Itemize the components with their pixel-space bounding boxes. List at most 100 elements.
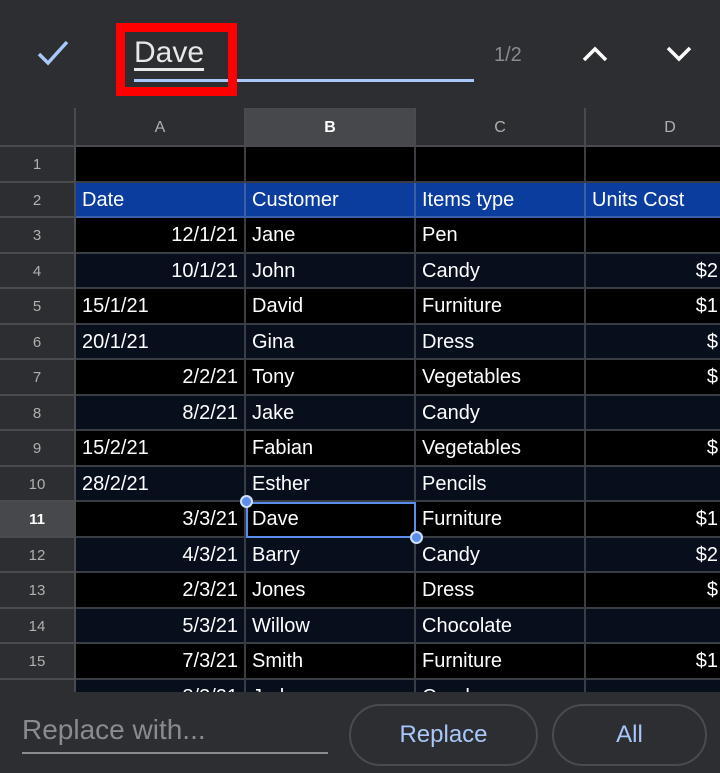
cell-c15[interactable]: Furniture [416, 644, 586, 680]
cell-d14[interactable] [586, 608, 720, 644]
spreadsheet-grid[interactable]: A B C D 1 2 Date Customer Items type Units Cost 3 1… [0, 108, 720, 692]
cell-b3[interactable]: Jane [246, 218, 416, 254]
cell-a14[interactable]: 5/3/21 [76, 608, 246, 644]
cell-d13[interactable]: $ [586, 573, 720, 609]
cell-a2[interactable]: Date [76, 182, 246, 218]
selection-drag-handle[interactable] [410, 530, 423, 544]
cell-a13[interactable]: 2/3/21 [76, 573, 246, 609]
cell-d1[interactable] [586, 147, 720, 183]
cell-c12[interactable]: Candy [416, 537, 586, 573]
cell-d9[interactable]: $ [586, 431, 720, 467]
cell-b10[interactable]: Esther [246, 466, 416, 502]
cell-a3[interactable]: 12/1/21 [76, 218, 246, 254]
cell-c8[interactable]: Candy [416, 395, 586, 431]
row-header[interactable]: 16 [0, 679, 76, 692]
cell-d3[interactable] [586, 218, 720, 254]
row-header[interactable]: 13 [0, 573, 76, 609]
replace-all-button[interactable]: All [552, 704, 707, 766]
row-header[interactable]: 7 [0, 360, 76, 396]
cell-b12[interactable]: Barry [246, 537, 416, 573]
cell-c1[interactable] [416, 147, 586, 183]
cell-b6[interactable]: Gina [246, 324, 416, 360]
cell-b1[interactable] [246, 147, 416, 183]
row-header[interactable]: 2 [0, 182, 76, 218]
row-header[interactable]: 3 [0, 218, 76, 254]
row-header[interactable]: 10 [0, 466, 76, 502]
row-header[interactable]: 8 [0, 395, 76, 431]
cell-a10[interactable]: 28/2/21 [76, 466, 246, 502]
cell-d6[interactable]: $ [586, 324, 720, 360]
row-header[interactable]: 11 [0, 502, 76, 538]
table-row: 3 12/1/21 Jane Pen [0, 218, 720, 254]
cell-a6[interactable]: 20/1/21 [76, 324, 246, 360]
row-header[interactable]: 15 [0, 644, 76, 680]
cell-d4[interactable]: $2 [586, 253, 720, 289]
cell-d15[interactable]: $1 [586, 644, 720, 680]
column-header-d[interactable]: D [586, 108, 720, 147]
table-row: 12 4/3/21 Barry Candy $2 [0, 537, 720, 573]
row-header[interactable]: 9 [0, 431, 76, 467]
cell-b16[interactable]: Jaden [246, 679, 416, 692]
cell-c7[interactable]: Vegetables [416, 360, 586, 396]
cell-a1[interactable] [76, 147, 246, 183]
cell-b11[interactable]: Dave [246, 502, 416, 538]
cell-d16[interactable] [586, 679, 720, 692]
cell-a12[interactable]: 4/3/21 [76, 537, 246, 573]
cell-a16[interactable]: 8/3/21 [76, 679, 246, 692]
cell-c9[interactable]: Vegetables [416, 431, 586, 467]
cell-c2[interactable]: Items type [416, 182, 586, 218]
cell-a11[interactable]: 3/3/21 [76, 502, 246, 538]
cell-d5[interactable]: $1 [586, 289, 720, 325]
cell-d8[interactable] [586, 395, 720, 431]
cell-b8[interactable]: Jake [246, 395, 416, 431]
row-header[interactable]: 12 [0, 537, 76, 573]
row-header[interactable]: 1 [0, 147, 76, 183]
cell-c14[interactable]: Chocolate [416, 608, 586, 644]
row-header[interactable]: 6 [0, 324, 76, 360]
cell-c16[interactable]: Candy [416, 679, 586, 692]
select-all-corner[interactable] [0, 108, 76, 147]
row-header[interactable]: 5 [0, 289, 76, 325]
cell-c10[interactable]: Pencils [416, 466, 586, 502]
cell-b9[interactable]: Fabian [246, 431, 416, 467]
cell-c6[interactable]: Dress [416, 324, 586, 360]
replace-button[interactable]: Replace [349, 704, 538, 766]
cell-b7[interactable]: Tony [246, 360, 416, 396]
cell-d2[interactable]: Units Cost [586, 182, 720, 218]
replace-input[interactable]: Replace with... [22, 708, 328, 754]
column-header-c[interactable]: C [416, 108, 586, 147]
cell-c5[interactable]: Furniture [416, 289, 586, 325]
selection-drag-handle[interactable] [240, 495, 253, 508]
cell-c13[interactable]: Dress [416, 573, 586, 609]
next-match-icon[interactable] [664, 40, 694, 68]
cell-a7[interactable]: 2/2/21 [76, 360, 246, 396]
cell-c11[interactable]: Furniture [416, 502, 586, 538]
table-row: 10 28/2/21 Esther Pencils [0, 466, 720, 502]
cell-b15[interactable]: Smith [246, 644, 416, 680]
cell-b14[interactable]: Willow [246, 608, 416, 644]
cell-b5[interactable]: David [246, 289, 416, 325]
cell-a8[interactable]: 8/2/21 [76, 395, 246, 431]
cell-c3[interactable]: Pen [416, 218, 586, 254]
cell-a9[interactable]: 15/2/21 [76, 431, 246, 467]
cell-b4[interactable]: John [246, 253, 416, 289]
previous-match-icon[interactable] [580, 40, 610, 68]
table-row: 168/3/21JadenCandy [0, 679, 720, 692]
row-header[interactable]: 4 [0, 253, 76, 289]
cell-d10[interactable] [586, 466, 720, 502]
cell-b2[interactable]: Customer [246, 182, 416, 218]
cell-a5[interactable]: 15/1/21 [76, 289, 246, 325]
cell-b13[interactable]: Jones [246, 573, 416, 609]
cell-a15[interactable]: 7/3/21 [76, 644, 246, 680]
cell-d12[interactable]: $2 [586, 537, 720, 573]
check-icon[interactable] [36, 38, 70, 68]
cell-a4[interactable]: 10/1/21 [76, 253, 246, 289]
row-header[interactable]: 14 [0, 608, 76, 644]
cell-d11[interactable]: $1 [586, 502, 720, 538]
column-header-b[interactable]: B [246, 108, 416, 147]
table-row: 15 7/3/21 Smith Furniture $1 [0, 644, 720, 680]
table-row: 4 10/1/21 John Candy $2 [0, 253, 720, 289]
cell-c4[interactable]: Candy [416, 253, 586, 289]
column-header-a[interactable]: A [76, 108, 246, 147]
cell-d7[interactable]: $ [586, 360, 720, 396]
